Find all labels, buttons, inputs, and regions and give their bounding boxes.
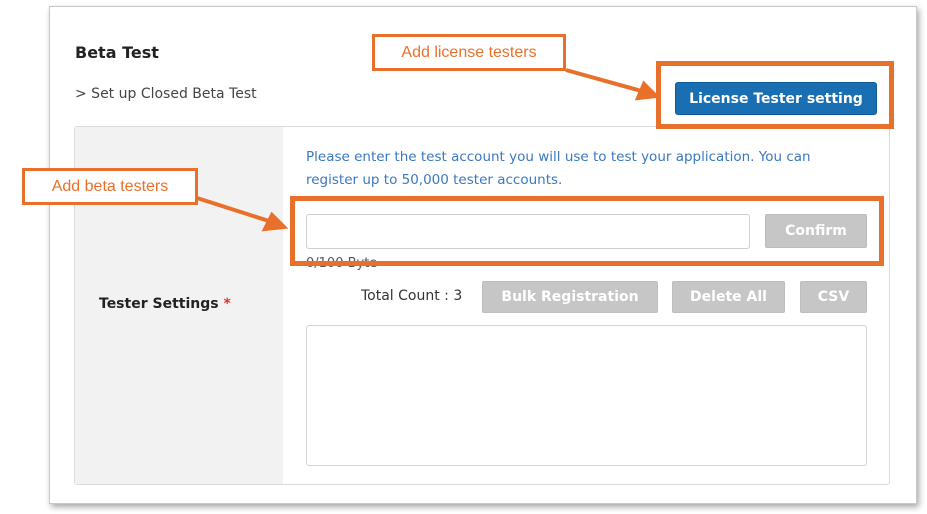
beta-callout: Add beta testers <box>22 168 198 205</box>
bulk-registration-button[interactable]: Bulk Registration <box>482 281 658 313</box>
section-title: Beta Test <box>75 43 159 62</box>
total-count: Total Count : 3 <box>361 288 463 304</box>
tester-settings-label-text: Tester Settings <box>99 296 219 312</box>
required-mark: * <box>223 296 231 312</box>
tester-list-area[interactable] <box>306 325 867 466</box>
tester-settings-label: Tester Settings * <box>99 296 231 312</box>
license-callout: Add license testers <box>372 34 566 71</box>
csv-button[interactable]: CSV <box>800 281 867 313</box>
help-text: Please enter the test account you will u… <box>306 149 811 188</box>
breadcrumb: > Set up Closed Beta Test <box>75 86 257 102</box>
beta-highlight-box <box>290 196 884 266</box>
delete-all-button[interactable]: Delete All <box>672 281 785 313</box>
license-highlight-box <box>656 61 894 129</box>
